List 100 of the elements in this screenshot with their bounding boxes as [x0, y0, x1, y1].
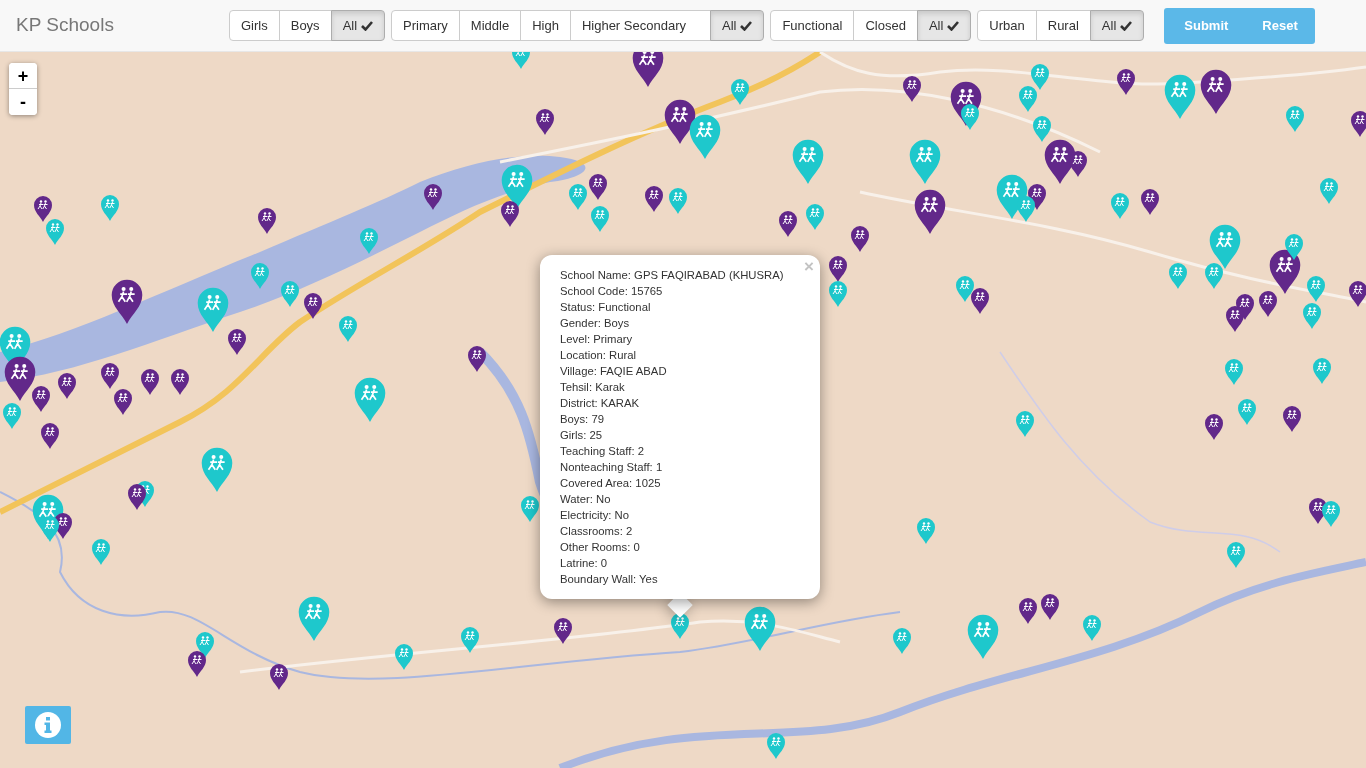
school-marker[interactable] [281, 280, 299, 307]
school-marker[interactable] [1205, 262, 1223, 289]
school-marker[interactable] [46, 218, 64, 245]
school-marker[interactable] [304, 292, 322, 319]
school-marker[interactable] [1017, 195, 1035, 222]
school-marker[interactable] [521, 495, 539, 522]
school-marker[interactable] [114, 388, 132, 415]
school-marker[interactable] [1349, 280, 1366, 307]
school-marker[interactable] [1313, 357, 1331, 384]
school-marker[interactable] [298, 596, 330, 641]
school-marker[interactable] [1322, 500, 1340, 527]
school-marker[interactable] [339, 315, 357, 342]
school-marker[interactable] [1209, 224, 1241, 269]
school-marker[interactable] [128, 483, 146, 510]
school-marker[interactable] [171, 368, 189, 395]
school-marker[interactable] [829, 255, 847, 282]
school-marker[interactable] [909, 139, 941, 184]
filter-button[interactable]: Middle [458, 10, 522, 41]
school-marker[interactable] [1320, 177, 1338, 204]
school-marker[interactable] [461, 626, 479, 653]
school-marker[interactable] [536, 108, 554, 135]
school-marker[interactable] [589, 173, 607, 200]
school-marker[interactable] [1169, 262, 1187, 289]
school-marker[interactable] [806, 203, 824, 230]
school-marker[interactable] [569, 183, 587, 210]
school-marker[interactable] [1041, 593, 1059, 620]
school-marker[interactable] [851, 225, 869, 252]
school-marker[interactable] [1269, 249, 1301, 294]
school-marker[interactable] [1307, 275, 1325, 302]
school-marker[interactable] [354, 377, 386, 422]
school-marker[interactable] [956, 275, 974, 302]
school-marker[interactable] [258, 207, 276, 234]
school-marker[interactable] [767, 732, 785, 759]
school-marker[interactable] [914, 189, 946, 234]
filter-button[interactable]: High [520, 10, 571, 41]
school-marker[interactable] [1111, 192, 1129, 219]
school-marker[interactable] [1283, 405, 1301, 432]
filter-button[interactable]: Closed [853, 10, 918, 41]
school-marker[interactable] [664, 99, 696, 144]
filter-button[interactable]: All [1089, 10, 1145, 41]
school-marker[interactable] [671, 612, 689, 639]
school-marker[interactable] [893, 627, 911, 654]
filter-button[interactable]: All [330, 10, 386, 41]
school-marker[interactable] [501, 200, 519, 227]
school-marker[interactable] [1226, 305, 1244, 332]
school-marker[interactable] [395, 643, 413, 670]
filter-button[interactable]: Functional [770, 10, 855, 41]
filter-button[interactable]: Urban [977, 10, 1037, 41]
zoom-out-button[interactable]: - [9, 89, 37, 115]
school-marker[interactable] [141, 368, 159, 395]
school-marker[interactable] [779, 210, 797, 237]
school-marker[interactable] [111, 279, 143, 324]
school-marker[interactable] [270, 663, 288, 690]
school-marker[interactable] [1238, 398, 1256, 425]
school-marker[interactable] [917, 517, 935, 544]
filter-button[interactable]: Boys [278, 10, 332, 41]
school-marker[interactable] [632, 52, 664, 87]
school-marker[interactable] [188, 650, 206, 677]
school-marker[interactable] [1225, 358, 1243, 385]
school-marker[interactable] [1286, 105, 1304, 132]
school-marker[interactable] [961, 103, 979, 130]
school-marker[interactable] [669, 187, 687, 214]
school-marker[interactable] [1205, 413, 1223, 440]
filter-button[interactable]: Rural [1035, 10, 1091, 41]
school-marker[interactable] [101, 362, 119, 389]
school-marker[interactable] [1259, 290, 1277, 317]
school-marker[interactable] [903, 75, 921, 102]
school-marker[interactable] [1016, 410, 1034, 437]
school-marker[interactable] [101, 194, 119, 221]
school-marker[interactable] [1019, 85, 1037, 112]
school-marker[interactable] [424, 183, 442, 210]
school-marker[interactable] [645, 185, 663, 212]
school-marker[interactable] [744, 606, 776, 651]
school-marker[interactable] [360, 227, 378, 254]
school-marker[interactable] [1285, 233, 1303, 260]
school-marker[interactable] [829, 280, 847, 307]
school-marker[interactable] [41, 515, 59, 542]
school-marker[interactable] [228, 328, 246, 355]
school-marker[interactable] [1164, 74, 1196, 119]
school-marker[interactable] [1303, 302, 1321, 329]
school-marker[interactable] [1019, 597, 1037, 624]
school-marker[interactable] [1117, 68, 1135, 95]
zoom-in-button[interactable]: + [9, 63, 37, 89]
school-marker[interactable] [92, 538, 110, 565]
school-marker[interactable] [1200, 69, 1232, 114]
school-marker[interactable] [1031, 63, 1049, 90]
school-marker[interactable] [1069, 150, 1087, 177]
school-marker[interactable] [41, 422, 59, 449]
school-marker[interactable] [689, 114, 721, 159]
filter-button[interactable]: All [709, 10, 765, 41]
school-marker[interactable] [468, 345, 486, 372]
school-marker[interactable] [197, 287, 229, 332]
school-marker[interactable] [731, 78, 749, 105]
school-marker[interactable] [591, 205, 609, 232]
school-marker[interactable] [3, 402, 21, 429]
filter-button[interactable]: Primary [391, 10, 460, 41]
school-marker[interactable] [1227, 541, 1245, 568]
school-marker[interactable] [1083, 614, 1101, 641]
filter-button[interactable]: Higher Secondary [569, 10, 711, 41]
school-marker[interactable] [251, 262, 269, 289]
